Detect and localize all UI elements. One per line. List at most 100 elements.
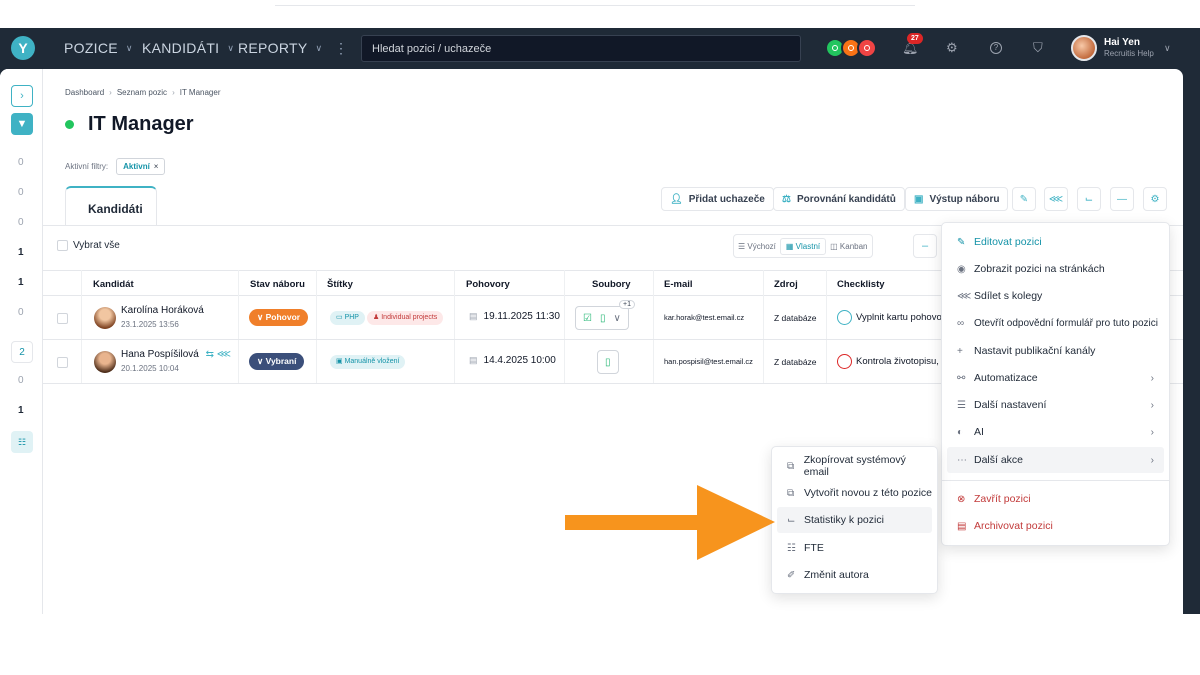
col-pohovory[interactable]: Pohovory — [466, 279, 510, 290]
menu-archive-position[interactable]: ▤ Archivovat pozici — [947, 513, 1164, 539]
filter-chip-label: Aktivní — [123, 162, 150, 171]
people-icon[interactable]: ☷ — [11, 431, 33, 453]
col-stitky[interactable]: Štítky — [327, 279, 353, 290]
files-box[interactable]: ☑ ▯ ∨ — [575, 306, 629, 330]
menu-open-form[interactable]: ∞ Otevřít odpovědní formulář pro tuto poz… — [947, 310, 1164, 336]
gear-icon[interactable]: ⚙ — [1143, 187, 1167, 211]
add-user-icon: 👤︎ — [670, 193, 683, 205]
add-candidate-button[interactable]: 👤︎ Přidat uchazeče — [661, 187, 774, 211]
files-box[interactable]: ▯ — [597, 350, 619, 374]
submenu-statistics[interactable]: ⌙ Statistiky k pozici — [777, 507, 932, 533]
submenu-change-author[interactable]: ✐ Změnit autora — [777, 562, 932, 588]
status-indicators[interactable] — [825, 38, 877, 58]
expand-sidebar-button[interactable]: › — [11, 85, 33, 107]
compare-candidates-button[interactable]: ⚖ Porovnání kandidátů — [773, 187, 905, 211]
sidebar-count-active[interactable]: 2 — [11, 341, 33, 363]
email[interactable]: kar.horak@test.email.cz — [664, 313, 744, 322]
status-badge[interactable]: ∨ Pohovor — [249, 309, 309, 326]
more-actions-submenu: ⧉ Zkopírovat systémový email ⧉ Vytvořit no… — [771, 446, 938, 594]
user-avatar[interactable] — [1071, 35, 1097, 61]
menu-ai[interactable]: ◐ AI › — [947, 419, 1164, 445]
view-switcher: ☰ Výchozí ▦ Vlastní ◫ Kanban — [733, 234, 873, 258]
chevron-right-icon: › — [1150, 426, 1154, 438]
share-icon: ⋘ — [957, 290, 972, 302]
tag-manual: ▣ Manuálně vložení — [330, 355, 406, 369]
col-zdroj[interactable]: Zdroj — [774, 279, 798, 290]
checklist[interactable]: Vyplnit kartu pohovor — [837, 310, 945, 325]
avatar[interactable] — [94, 351, 116, 373]
breadcrumb-dashboard[interactable]: Dashboard — [65, 88, 104, 97]
col-checklisty[interactable]: Checklisty — [837, 279, 885, 290]
submenu-create-from[interactable]: ⧉ Vytvořit novou z této pozice — [777, 480, 932, 506]
filter-chip[interactable]: Aktivní × — [116, 158, 166, 175]
view-default[interactable]: ☰ Výchozí — [738, 242, 776, 251]
chart-icon: ⌙ — [787, 514, 796, 526]
active-filters: Aktivní filtry: Aktivní × — [65, 158, 166, 175]
tab-kandidati[interactable]: Kandidáti — [65, 186, 157, 226]
menu-close-position[interactable]: ⊗ Zavřít pozici — [947, 486, 1164, 512]
nav-reporty-menu[interactable]: REPORTY ∨ — [238, 40, 322, 56]
menu-share[interactable]: ⋘ Sdílet s kolegy — [947, 283, 1164, 309]
share-icon[interactable]: ⋘ — [1044, 187, 1068, 211]
col-soubory[interactable]: Soubory — [592, 279, 631, 290]
link-icon: ∞ — [957, 317, 965, 329]
brain-icon: ◐ — [957, 426, 964, 438]
shield-icon[interactable]: ⛉ — [1033, 40, 1043, 56]
status-badge[interactable]: ∨ Vybraní — [249, 353, 305, 370]
nav-pozice-menu[interactable]: POZICE ∨ — [64, 40, 133, 56]
plus-icon: + — [957, 345, 963, 357]
notification-badge: 27 — [907, 33, 923, 44]
view-kanban[interactable]: ◫ Kanban — [830, 242, 867, 251]
recruitment-output-button[interactable]: ▣ Výstup náboru — [905, 187, 1009, 211]
menu-edit-position[interactable]: ✎ Editovat pozici — [947, 229, 1164, 255]
col-email[interactable]: E-mail — [664, 279, 693, 290]
breadcrumb-current: IT Manager — [179, 88, 221, 97]
email[interactable]: han.pospisil@test.email.cz — [664, 357, 753, 366]
progress-ring-icon — [837, 310, 852, 325]
row-checkbox[interactable] — [57, 357, 68, 368]
view-custom[interactable]: ▦ Vlastní — [779, 237, 827, 255]
submenu-fte[interactable]: ☷ FTE — [777, 535, 932, 561]
chevron-down-icon[interactable]: ∨ — [1164, 43, 1171, 54]
user-name[interactable]: Hai Yen — [1104, 37, 1140, 48]
select-all-label: Vybrat vše — [73, 240, 120, 251]
sidebar-count: 1 — [18, 247, 24, 258]
top-divider — [275, 5, 915, 6]
submenu-copy-email[interactable]: ⧉ Zkopírovat systémový email — [777, 453, 932, 479]
avatar[interactable] — [94, 307, 116, 329]
col-kandidat[interactable]: Kandidát — [93, 279, 134, 290]
interview-date[interactable]: ▤ 14.4.2025 10:00 — [469, 355, 556, 366]
filter-icon[interactable]: ▼ — [11, 113, 33, 135]
nav-kandidati-menu[interactable]: KANDIDÁTI ∨ — [142, 40, 234, 56]
menu-automation[interactable]: ⚯ Automatizace › — [947, 365, 1164, 391]
checklist[interactable]: Kontrola životopisu, p — [837, 354, 947, 369]
candidate-name[interactable]: Hana Pospíšilová ⇆ ⋘ — [121, 349, 231, 360]
more-menu-icon[interactable]: ⋮ — [334, 40, 348, 57]
app-logo[interactable]: Y — [11, 36, 35, 60]
menu-view-on-web[interactable]: ◉ Zobrazit pozici na stránkách — [947, 256, 1164, 282]
row-checkbox[interactable] — [57, 313, 68, 324]
pointer-arrow — [565, 485, 775, 560]
sidebar-count: 0 — [18, 157, 24, 168]
menu-publish-channels[interactable]: + Nastavit publikační kanály — [947, 338, 1164, 364]
col-stav[interactable]: Stav náboru — [250, 279, 305, 290]
help-icon[interactable]: ? — [990, 42, 1002, 54]
close-icon[interactable]: × — [154, 162, 159, 171]
select-all-checkbox[interactable] — [57, 240, 68, 251]
collapse-icon[interactable]: — — [1110, 187, 1134, 211]
candidate-name[interactable]: Karolína Horáková — [121, 305, 204, 316]
search-input[interactable]: Hledat pozici / uchazeče — [361, 35, 801, 62]
menu-more-actions[interactable]: ⋯ Další akce › — [947, 447, 1164, 473]
sidebar-count: 1 — [18, 277, 24, 288]
select-all[interactable]: Vybrat vše — [57, 240, 120, 251]
sidebar-count: 1 — [18, 405, 24, 416]
menu-more-settings[interactable]: ☰ Další nastavení › — [947, 392, 1164, 418]
sliders-icon: ☰ — [957, 399, 966, 411]
people-icon: ☷ — [787, 542, 796, 554]
stats-icon[interactable]: ⌙ — [1077, 187, 1101, 211]
minus-button[interactable]: – — [913, 234, 937, 258]
breadcrumb-positions[interactable]: Seznam pozic — [117, 88, 167, 97]
gear-icon[interactable]: ⚙ — [946, 40, 958, 56]
interview-date[interactable]: ▤ 19.11.2025 11:30 — [469, 311, 560, 322]
edit-icon[interactable]: ✎ — [1012, 187, 1036, 211]
